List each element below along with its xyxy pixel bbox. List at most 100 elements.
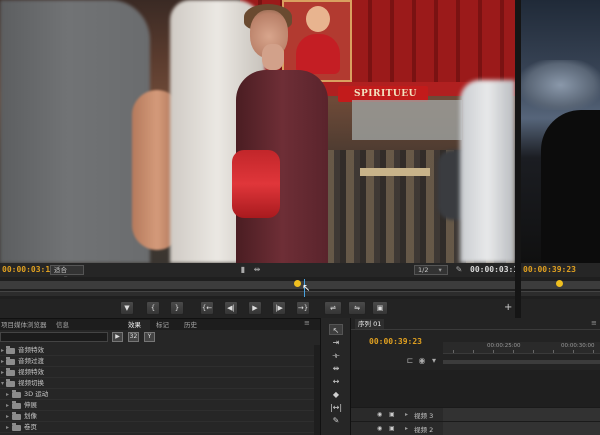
program-scrubber[interactable] bbox=[521, 277, 600, 299]
expand-icon[interactable]: ▸ bbox=[6, 389, 9, 400]
track-content[interactable] bbox=[443, 422, 600, 435]
tree-item[interactable]: ▸ 卷页 bbox=[0, 422, 314, 433]
add-marker-button[interactable]: ▼ bbox=[120, 301, 134, 315]
source-fit-dropdown[interactable]: 适合 bbox=[50, 265, 84, 275]
track-video-3[interactable]: ◉ ▣ ▸ 视频 3 bbox=[351, 407, 600, 422]
cafe-sign-text: SPIRITUEU bbox=[354, 89, 417, 99]
set-marker-icon[interactable]: ◉ bbox=[417, 356, 427, 366]
slip-tool-icon[interactable]: |↔| bbox=[329, 402, 343, 413]
timeline-empty-space[interactable] bbox=[351, 370, 600, 407]
tree-item[interactable]: ▸ 视频特效 bbox=[0, 367, 314, 378]
tab-project[interactable]: 项目 bbox=[1, 320, 14, 330]
expand-icon[interactable]: ▸ bbox=[1, 345, 4, 356]
ripple-edit-tool-icon[interactable]: ⟛ bbox=[329, 350, 343, 361]
expand-icon[interactable]: ▸ bbox=[6, 422, 9, 433]
panel-menu-icon[interactable]: ≡ bbox=[304, 319, 310, 327]
lock-icon[interactable]: ▣ bbox=[389, 411, 397, 418]
step-forward-button[interactable]: |▶ bbox=[272, 301, 286, 315]
go-to-in-button[interactable]: {← bbox=[200, 301, 214, 315]
source-resolution-dropdown[interactable]: 1/2 bbox=[414, 265, 448, 275]
32bit-effects-icon[interactable]: 32 bbox=[128, 332, 139, 342]
folder-icon bbox=[6, 368, 15, 376]
tree-item[interactable]: ▸ 3D 运动 bbox=[0, 389, 314, 400]
tab-history[interactable]: 历史 bbox=[184, 320, 206, 330]
folder-icon bbox=[12, 412, 21, 420]
source-zoom-bar[interactable] bbox=[0, 291, 515, 296]
accelerated-effects-icon[interactable]: ▶ bbox=[112, 332, 123, 342]
effects-tree: ▸ 音频特效 ▸ 音频过渡 ▸ 视频特效 ▾ 视频切换 ▸ 3D 运动 ▸ 伸展 ▸ 划像 ▸… bbox=[0, 345, 314, 435]
rolling-edit-tool-icon[interactable]: ⇹ bbox=[329, 363, 343, 374]
program-timecode[interactable]: 00:00:39:23 bbox=[523, 265, 576, 274]
snap-icon[interactable]: ⊏ bbox=[405, 356, 415, 366]
poster-body bbox=[296, 34, 340, 74]
tab-media-browser[interactable]: 媒体浏览器 bbox=[14, 320, 54, 330]
source-monitor: SPIRITUEU 00:00:03:15 适合 ▮ ⇹ 1/2 ✎ 00:00… bbox=[0, 0, 523, 318]
tree-item[interactable]: ▾ 视频切换 bbox=[0, 378, 314, 389]
marker-icon[interactable]: ▾ bbox=[429, 356, 439, 366]
program-playhead-icon[interactable] bbox=[556, 280, 563, 287]
razor-tool-icon[interactable]: ◆ bbox=[329, 389, 343, 400]
track-content[interactable] bbox=[443, 408, 600, 422]
source-video-frame[interactable]: SPIRITUEU bbox=[0, 0, 515, 263]
expand-icon[interactable]: ▸ bbox=[6, 400, 9, 411]
tree-item[interactable]: ▸ 音频特效 bbox=[0, 345, 314, 356]
drag-video-icon[interactable]: ▮ bbox=[238, 265, 248, 275]
eye-icon[interactable]: ◉ bbox=[377, 411, 385, 418]
tree-item[interactable]: ▸ 划像 bbox=[0, 411, 314, 422]
playhead-marker-icon[interactable] bbox=[294, 280, 301, 287]
timeline-menu-icon[interactable]: ≡ bbox=[591, 319, 597, 327]
source-scrubber[interactable]: ↖ bbox=[0, 277, 515, 299]
selection-tool-icon[interactable]: ↖ bbox=[329, 324, 343, 335]
track-name: 视频 3 bbox=[414, 412, 434, 420]
rate-stretch-tool-icon[interactable]: ↔ bbox=[329, 376, 343, 387]
source-info-bar: 00:00:03:15 适合 ▮ ⇹ 1/2 ✎ 00:00:03:18 bbox=[0, 263, 523, 277]
tree-item-label: 视频特效 bbox=[18, 368, 44, 376]
yuv-effects-icon[interactable]: Y bbox=[144, 332, 155, 342]
lock-icon[interactable]: ▣ bbox=[389, 425, 397, 432]
add-button-icon[interactable]: + bbox=[504, 302, 512, 313]
tree-item-label: 伸展 bbox=[24, 401, 37, 409]
play-button[interactable]: ▶ bbox=[248, 301, 262, 315]
mark-in-button[interactable]: { bbox=[146, 301, 160, 315]
expand-track-icon[interactable]: ▸ bbox=[405, 411, 408, 418]
expand-icon[interactable]: ▸ bbox=[1, 367, 4, 378]
tab-effects[interactable]: 效果 bbox=[128, 320, 150, 330]
effects-search-input[interactable] bbox=[0, 332, 108, 342]
export-frame-button[interactable]: ▣ bbox=[372, 301, 388, 315]
timeline-timecode[interactable]: 00:00:39:23 bbox=[369, 337, 422, 346]
ruler-label: 00:00:25:00 bbox=[487, 343, 521, 349]
expand-icon[interactable]: ▸ bbox=[6, 411, 9, 422]
source-timecode-in[interactable]: 00:00:03:15 bbox=[2, 265, 55, 274]
wrench-icon[interactable]: ✎ bbox=[454, 265, 464, 275]
track-select-tool-icon[interactable]: ⇥ bbox=[329, 337, 343, 348]
program-zoom-bar[interactable] bbox=[521, 291, 600, 296]
step-back-button[interactable]: ◀| bbox=[224, 301, 238, 315]
tree-item-label: 音频过渡 bbox=[18, 357, 44, 365]
drag-audio-icon[interactable]: ⇹ bbox=[252, 265, 262, 275]
mark-out-button[interactable]: } bbox=[170, 301, 184, 315]
timeline-ruler[interactable]: 00:00:25:00 00:00:30:00 bbox=[443, 342, 600, 354]
tab-markers[interactable]: 标记 bbox=[156, 320, 178, 330]
source-time-ruler[interactable] bbox=[0, 281, 515, 289]
track-name: 视频 2 bbox=[414, 426, 434, 434]
expand-track-icon[interactable]: ▸ bbox=[405, 425, 408, 432]
program-info-bar: 00:00:39:23 bbox=[521, 263, 600, 277]
overwrite-button[interactable]: ⇋ bbox=[348, 301, 366, 315]
tab-info[interactable]: 信息 bbox=[56, 320, 98, 330]
expand-icon[interactable]: ▸ bbox=[1, 356, 4, 367]
program-video-frame[interactable] bbox=[521, 0, 600, 263]
timeline-zoom-bar[interactable] bbox=[443, 360, 600, 364]
eye-icon[interactable]: ◉ bbox=[377, 425, 385, 432]
track-video-2[interactable]: ◉ ▣ ▸ 视频 2 bbox=[351, 421, 600, 435]
pen-tool-icon[interactable]: ✎ bbox=[329, 415, 343, 426]
tree-item[interactable]: ▸ 伸展 bbox=[0, 400, 314, 411]
person-left bbox=[0, 0, 150, 263]
tab-sequence[interactable]: 序列 01 bbox=[355, 319, 385, 329]
collapse-icon[interactable]: ▾ bbox=[1, 378, 4, 389]
tree-item-label: 卷页 bbox=[24, 423, 37, 431]
tree-item[interactable]: ▸ 音频过渡 bbox=[0, 356, 314, 367]
go-to-out-button[interactable]: →} bbox=[296, 301, 310, 315]
person-right bbox=[460, 80, 515, 263]
tools-panel: ↖ ⇥ ⟛ ⇹ ↔ ◆ |↔| ✎ bbox=[320, 318, 350, 435]
insert-button[interactable]: ⇌ bbox=[324, 301, 342, 315]
